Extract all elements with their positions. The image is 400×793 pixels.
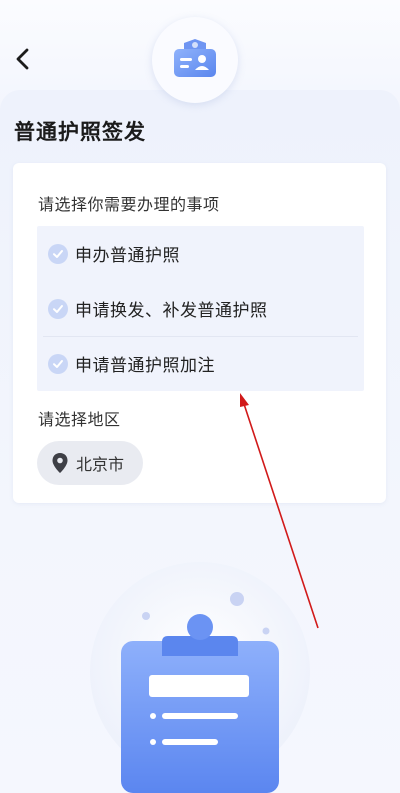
option-label: 申办普通护照 xyxy=(75,246,180,266)
option-passport-endorsement[interactable]: 申请普通护照加注 xyxy=(37,336,364,391)
page-title: 普通护照签发 xyxy=(14,120,146,144)
passport-card-icon xyxy=(174,39,216,77)
service-badge xyxy=(152,17,238,103)
clipboard-illustration xyxy=(90,562,310,793)
back-button[interactable] xyxy=(8,44,36,74)
check-circle-icon xyxy=(48,243,68,264)
check-circle-icon xyxy=(48,298,68,319)
option-label: 申请换发、补发普通护照 xyxy=(75,301,268,321)
option-renew-reissue-passport[interactable]: 申请换发、补发普通护照 xyxy=(37,281,364,336)
chevron-left-icon xyxy=(16,48,29,70)
location-pin-icon xyxy=(51,452,69,474)
items-section-label: 请选择你需要办理的事项 xyxy=(38,195,220,214)
region-selector[interactable]: 北京市 xyxy=(37,441,143,485)
region-section-label: 请选择地区 xyxy=(38,410,121,429)
options-list: 申办普通护照 申请换发、补发普通护照 申请普通护照加注 xyxy=(37,226,364,391)
region-value: 北京市 xyxy=(76,455,125,474)
option-label: 申请普通护照加注 xyxy=(75,356,215,376)
option-apply-passport[interactable]: 申办普通护照 xyxy=(37,226,364,281)
service-card: 请选择你需要办理的事项 申办普通护照 申请换发、补发普通护照 申请普通护照加注 … xyxy=(13,163,386,503)
check-circle-icon xyxy=(48,353,68,374)
